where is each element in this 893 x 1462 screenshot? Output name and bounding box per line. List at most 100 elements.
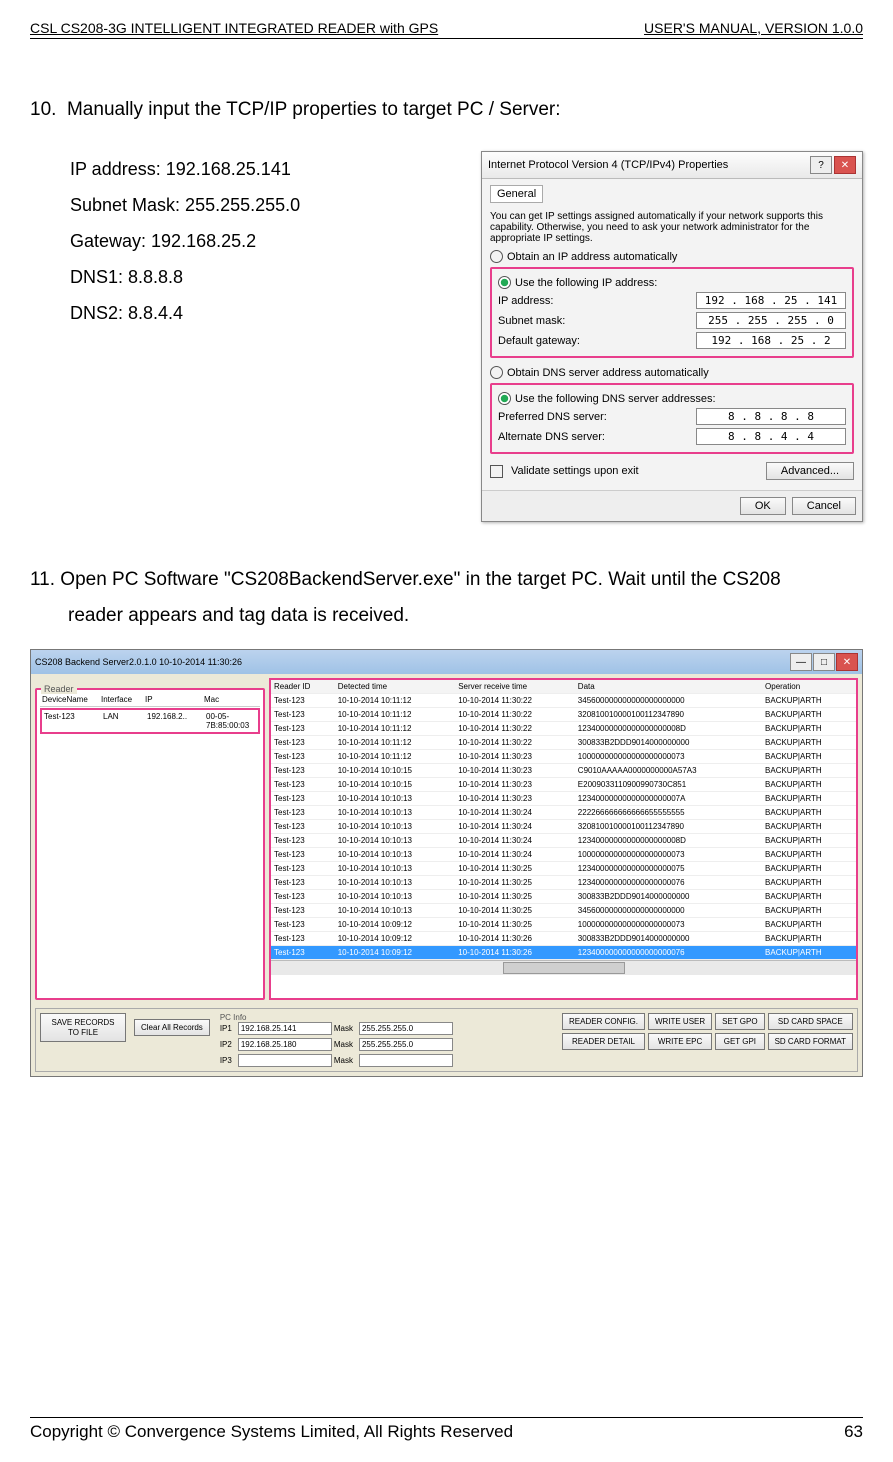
table-cell: BACKUP|ARTH: [762, 722, 856, 736]
table-cell: Test-123: [271, 918, 335, 932]
table-cell: 10-10-2014 11:30:23: [455, 778, 575, 792]
table-row[interactable]: Test-12310-10-2014 10:11:1210-10-2014 11…: [271, 750, 856, 764]
table-row[interactable]: Test-12310-10-2014 10:10:1310-10-2014 11…: [271, 904, 856, 918]
cell-devicename: Test-123: [42, 710, 101, 732]
ip-address-input[interactable]: 192 . 168 . 25 . 141: [696, 292, 846, 309]
table-cell: 10-10-2014 11:30:25: [455, 904, 575, 918]
ip1-mask-input[interactable]: [359, 1022, 453, 1035]
horizontal-scrollbar[interactable]: [271, 960, 856, 975]
table-cell: 300833B2DDD9014000000000: [575, 736, 762, 750]
sd-format-button[interactable]: SD CARD FORMAT: [768, 1033, 853, 1050]
advanced-button[interactable]: Advanced...: [766, 462, 854, 480]
validate-label: Validate settings upon exit: [511, 465, 639, 477]
table-row[interactable]: Test-12310-10-2014 10:09:1210-10-2014 11…: [271, 946, 856, 960]
backend-server-window: CS208 Backend Server2.0.1.0 10-10-2014 1…: [30, 649, 863, 1077]
table-row[interactable]: Test-12310-10-2014 10:11:1210-10-2014 11…: [271, 722, 856, 736]
table-row[interactable]: Test-12310-10-2014 10:10:1310-10-2014 11…: [271, 806, 856, 820]
hdr-devicename: DeviceName: [40, 693, 99, 706]
ip2-mask-input[interactable]: [359, 1038, 453, 1051]
reader-config-button[interactable]: READER CONFIG.: [562, 1013, 645, 1030]
subnet-label: Subnet mask:: [498, 315, 565, 327]
clear-records-button[interactable]: Clear All Records: [134, 1019, 210, 1036]
pref-dns-input[interactable]: 8 . 8 . 8 . 8: [696, 408, 846, 425]
table-cell: 10-10-2014 10:10:13: [335, 806, 455, 820]
radio-use-dns[interactable]: Use the following DNS server addresses:: [498, 392, 846, 405]
ip-address-label: IP address:: [498, 295, 553, 307]
dns1-line: DNS1: 8.8.8.8: [70, 259, 421, 295]
close-icon[interactable]: ✕: [834, 156, 856, 174]
table-row[interactable]: Test-12310-10-2014 10:10:1310-10-2014 11…: [271, 834, 856, 848]
radio-obtain-ip-auto[interactable]: Obtain an IP address automatically: [490, 250, 854, 263]
table-row[interactable]: Test-12310-10-2014 10:11:1210-10-2014 11…: [271, 694, 856, 708]
table-cell: Test-123: [271, 764, 335, 778]
cancel-button[interactable]: Cancel: [792, 497, 856, 515]
table-cell: Test-123: [271, 862, 335, 876]
gateway-input[interactable]: 192 . 168 . 25 . 2: [696, 332, 846, 349]
subnet-input[interactable]: 255 . 255 . 255 . 0: [696, 312, 846, 329]
bottom-panel: SAVE RECORDS TO FILE Clear All Records P…: [35, 1008, 858, 1072]
table-row[interactable]: Test-12310-10-2014 10:09:1210-10-2014 11…: [271, 932, 856, 946]
set-gpo-button[interactable]: SET GPO: [715, 1013, 764, 1030]
close-icon[interactable]: ✕: [836, 653, 858, 671]
radio-obtain-dns-auto[interactable]: Obtain DNS server address automatically: [490, 366, 854, 379]
table-cell: 100000000000000000000073: [575, 918, 762, 932]
table-row[interactable]: Test-12310-10-2014 10:09:1210-10-2014 11…: [271, 918, 856, 932]
table-row[interactable]: Test-12310-10-2014 10:10:1310-10-2014 11…: [271, 820, 856, 834]
ip3-mask-input[interactable]: [359, 1054, 453, 1067]
validate-checkbox[interactable]: [490, 465, 503, 478]
table-cell: Test-123: [271, 778, 335, 792]
table-cell: 320810010000100112347890: [575, 708, 762, 722]
table-cell: 123400000000000000000076: [575, 946, 762, 960]
page-header: CSL CS208-3G INTELLIGENT INTEGRATED READ…: [30, 20, 863, 39]
step11-line-a: Open PC Software "CS208BackendServer.exe…: [60, 569, 780, 590]
reader-detail-button[interactable]: READER DETAIL: [562, 1033, 645, 1050]
table-cell: BACKUP|ARTH: [762, 806, 856, 820]
pref-dns-label: Preferred DNS server:: [498, 411, 607, 423]
get-gpi-button[interactable]: GET GPI: [715, 1033, 764, 1050]
table-cell: BACKUP|ARTH: [762, 932, 856, 946]
table-cell: BACKUP|ARTH: [762, 946, 856, 960]
table-cell: BACKUP|ARTH: [762, 792, 856, 806]
write-epc-button[interactable]: WRITE EPC: [648, 1033, 712, 1050]
table-row[interactable]: Test-12310-10-2014 10:11:1210-10-2014 11…: [271, 708, 856, 722]
alt-dns-input[interactable]: 8 . 8 . 4 . 4: [696, 428, 846, 445]
ip-line: IP address: 192.168.25.141: [70, 151, 421, 187]
tag-data-panel: Reader ID Detected time Server receive t…: [269, 678, 858, 1000]
maximize-icon[interactable]: □: [813, 653, 835, 671]
sd-space-button[interactable]: SD CARD SPACE: [768, 1013, 853, 1030]
ok-button[interactable]: OK: [740, 497, 786, 515]
reader-list-row[interactable]: Test-123 LAN 192.168.2.. 00-05-7B:85:00:…: [40, 708, 260, 734]
ip1-input[interactable]: [238, 1022, 332, 1035]
save-records-button[interactable]: SAVE RECORDS TO FILE: [40, 1013, 126, 1042]
table-row[interactable]: Test-12310-10-2014 10:11:1210-10-2014 11…: [271, 736, 856, 750]
table-cell: 10-10-2014 10:10:13: [335, 890, 455, 904]
table-row[interactable]: Test-12310-10-2014 10:10:1310-10-2014 11…: [271, 890, 856, 904]
radio-icon: [498, 276, 511, 289]
table-cell: 10-10-2014 11:30:25: [455, 918, 575, 932]
ip2-label: IP2: [220, 1040, 232, 1049]
table-cell: 10-10-2014 10:11:12: [335, 708, 455, 722]
table-cell: BACKUP|ARTH: [762, 848, 856, 862]
table-row[interactable]: Test-12310-10-2014 10:10:1510-10-2014 11…: [271, 778, 856, 792]
minimize-icon[interactable]: —: [790, 653, 812, 671]
table-row[interactable]: Test-12310-10-2014 10:10:1510-10-2014 11…: [271, 764, 856, 778]
cell-interface: LAN: [101, 710, 145, 732]
tab-general[interactable]: General: [490, 185, 543, 203]
table-row[interactable]: Test-12310-10-2014 10:10:1310-10-2014 11…: [271, 848, 856, 862]
table-cell: 10-10-2014 11:30:24: [455, 806, 575, 820]
table-row[interactable]: Test-12310-10-2014 10:10:1310-10-2014 11…: [271, 792, 856, 806]
radio-use-ip[interactable]: Use the following IP address:: [498, 276, 846, 289]
table-row[interactable]: Test-12310-10-2014 10:10:1310-10-2014 11…: [271, 876, 856, 890]
table-cell: 10-10-2014 11:30:25: [455, 876, 575, 890]
ip2-input[interactable]: [238, 1038, 332, 1051]
table-cell: 10-10-2014 11:30:23: [455, 792, 575, 806]
write-user-button[interactable]: WRITE USER: [648, 1013, 712, 1030]
step10-num: 10.: [30, 99, 56, 120]
table-row[interactable]: Test-12310-10-2014 10:10:1310-10-2014 11…: [271, 862, 856, 876]
help-icon[interactable]: ?: [810, 156, 832, 174]
page-footer: Copyright © Convergence Systems Limited,…: [30, 1417, 863, 1442]
radio-use-ip-label: Use the following IP address:: [515, 277, 657, 289]
table-cell: BACKUP|ARTH: [762, 708, 856, 722]
ip3-input[interactable]: [238, 1054, 332, 1067]
th-operation: Operation: [762, 680, 856, 694]
